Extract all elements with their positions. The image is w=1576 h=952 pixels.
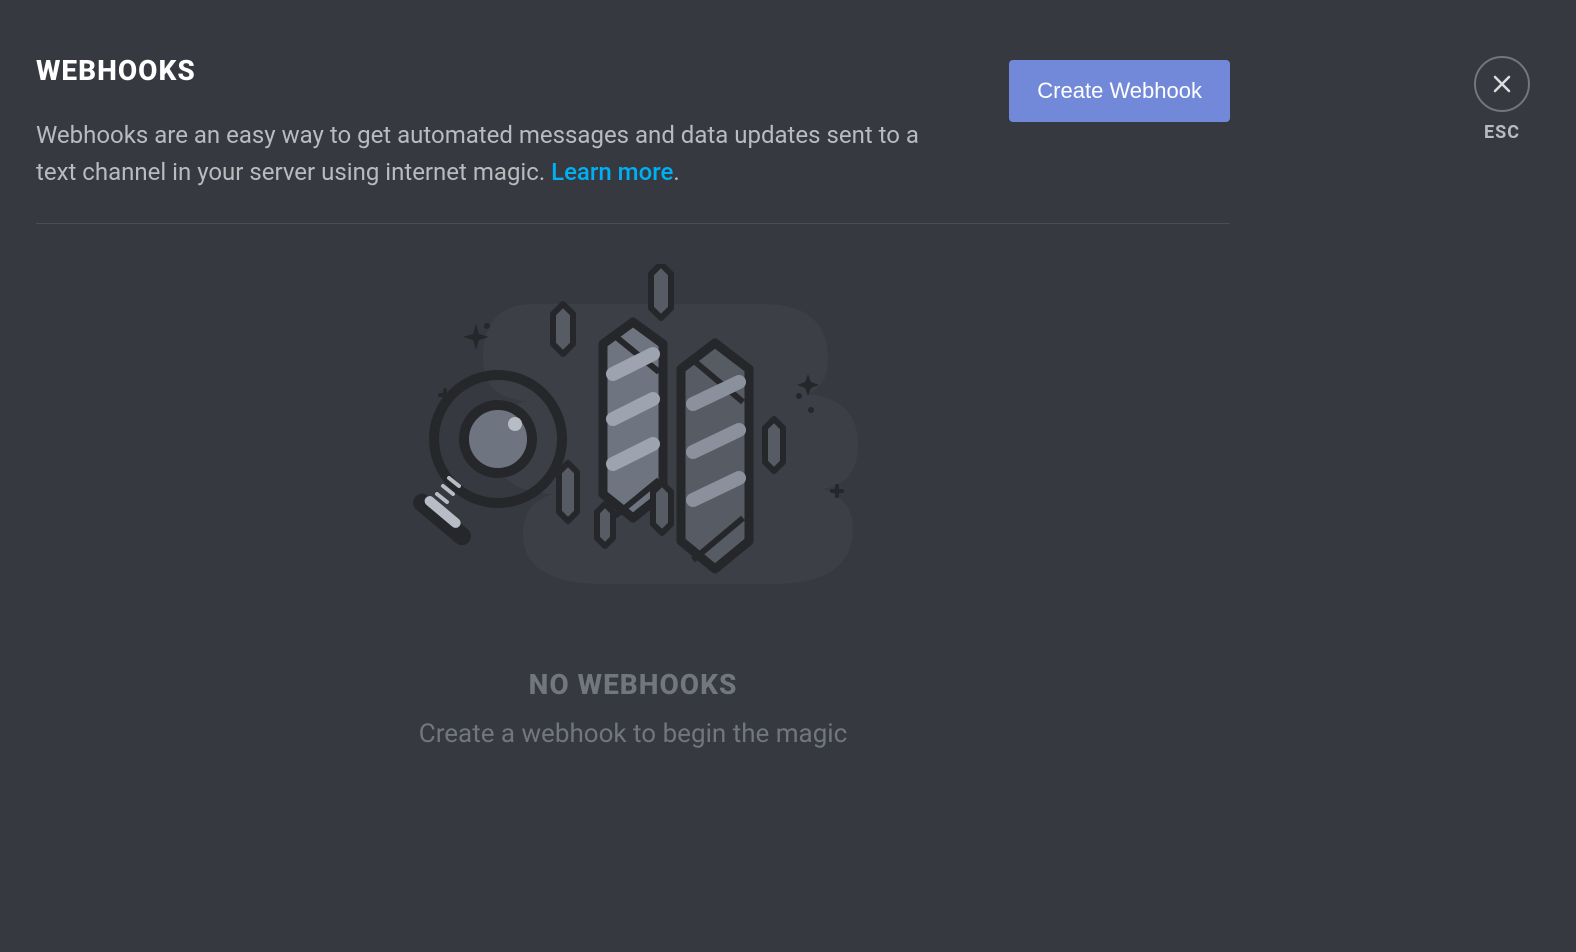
empty-state: NO WEBHOOKS Create a webhook to begin th… [36, 224, 1230, 749]
page-description: Webhooks are an easy way to get automate… [36, 117, 936, 191]
learn-more-link[interactable]: Learn more [551, 158, 673, 186]
description-suffix: . [673, 158, 679, 186]
description-text: Webhooks are an easy way to get automate… [36, 121, 919, 186]
close-column: ESC [1472, 56, 1532, 143]
empty-state-title: NO WEBHOOKS [529, 668, 738, 701]
close-button[interactable] [1474, 56, 1530, 112]
webhooks-empty-illustration [403, 264, 863, 614]
create-webhook-button[interactable]: Create Webhook [1009, 60, 1230, 122]
page-header: WEBHOOKS Webhooks are an easy way to get… [36, 54, 1230, 224]
page-title: WEBHOOKS [36, 54, 936, 87]
close-icon [1490, 72, 1514, 96]
empty-state-subtitle: Create a webhook to begin the magic [419, 719, 847, 749]
esc-label: ESC [1484, 122, 1520, 143]
header-text-block: WEBHOOKS Webhooks are an easy way to get… [36, 54, 936, 191]
